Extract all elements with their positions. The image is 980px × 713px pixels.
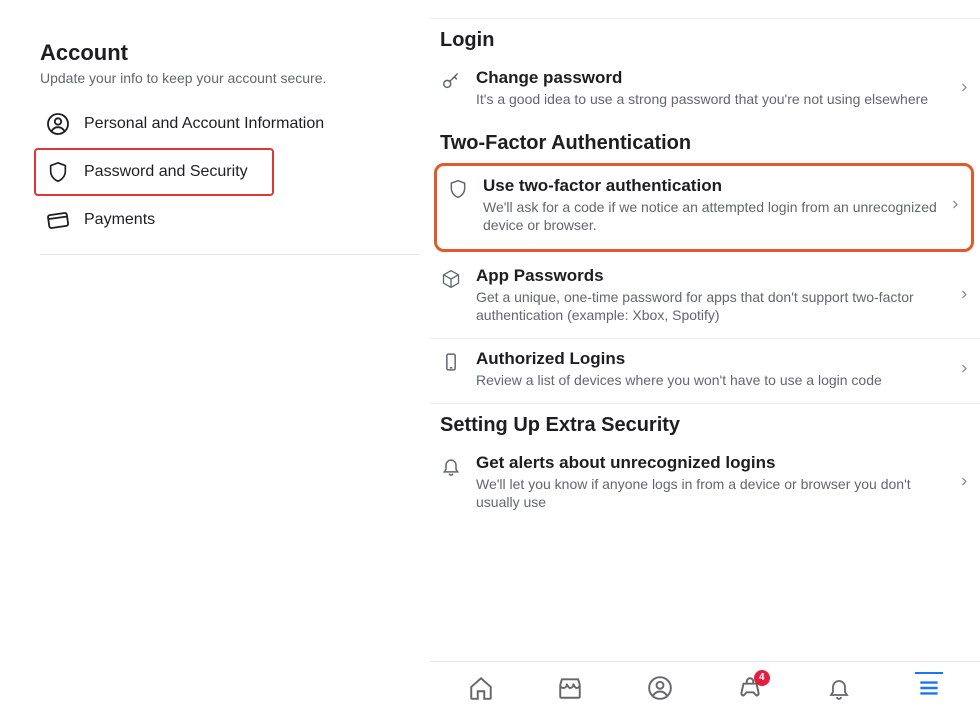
menu-item-label: Payments — [84, 211, 155, 229]
key-icon — [440, 70, 462, 92]
item-text: Authorized Logins Review a list of devic… — [476, 349, 966, 389]
menu-item-personal-info[interactable]: Personal and Account Information — [40, 100, 412, 148]
tab-profile[interactable] — [646, 674, 674, 702]
item-text: Get alerts about unrecognized logins We'… — [476, 453, 966, 511]
chevron-right-icon — [958, 285, 970, 308]
menu-item-label: Personal and Account Information — [84, 115, 324, 133]
section-header-extra-security: Setting Up Extra Security — [430, 404, 980, 443]
tab-menu[interactable] — [915, 672, 943, 700]
item-title: Get alerts about unrecognized logins — [476, 453, 948, 473]
bell-icon — [440, 455, 462, 477]
tab-home[interactable] — [467, 674, 495, 702]
item-login-alerts[interactable]: Get alerts about unrecognized logins We'… — [430, 443, 980, 525]
item-authorized-logins[interactable]: Authorized Logins Review a list of devic… — [430, 339, 980, 403]
chevron-right-icon — [949, 196, 961, 219]
item-title: Use two-factor authentication — [483, 176, 939, 196]
login-list: Change password It's a good idea to use … — [430, 58, 980, 122]
bottom-tabbar: 4 — [430, 661, 980, 713]
shield-icon — [46, 160, 70, 184]
item-use-2fa[interactable]: Use two-factor authentication We'll ask … — [434, 163, 974, 251]
item-desc: Get a unique, one-time password for apps… — [476, 288, 948, 324]
account-subtitle: Update your info to keep your account se… — [40, 70, 412, 86]
shield-icon — [447, 178, 469, 200]
tab-badge: 4 — [754, 670, 770, 686]
item-desc: We'll ask for a code if we notice an att… — [483, 198, 939, 234]
account-title: Account — [40, 40, 412, 66]
twofa-list: Use two-factor authentication We'll ask … — [430, 161, 980, 403]
account-menu: Personal and Account Information Passwor… — [40, 100, 412, 244]
tab-gaming[interactable]: 4 — [736, 674, 764, 702]
item-desc: It's a good idea to use a strong passwor… — [476, 90, 948, 108]
extra-security-list: Get alerts about unrecognized logins We'… — [430, 443, 980, 525]
chevron-right-icon — [958, 473, 970, 496]
item-title: Authorized Logins — [476, 349, 948, 369]
menu-item-password-security[interactable]: Password and Security — [34, 148, 274, 196]
cube-icon — [440, 268, 462, 290]
item-desc: We'll let you know if anyone logs in fro… — [476, 475, 948, 511]
item-text: Use two-factor authentication We'll ask … — [483, 176, 957, 234]
item-desc: Review a list of devices where you won't… — [476, 371, 948, 389]
item-text: App Passwords Get a unique, one-time pas… — [476, 266, 966, 324]
item-text: Change password It's a good idea to use … — [476, 68, 966, 108]
card-icon — [46, 208, 70, 232]
security-scroll-area: Login Change password It's a good idea t… — [430, 18, 980, 661]
person-circle-icon — [46, 112, 70, 136]
menu-item-label: Password and Security — [84, 163, 248, 181]
tab-notifications[interactable] — [825, 674, 853, 702]
chevron-right-icon — [958, 360, 970, 383]
divider — [40, 254, 420, 255]
item-change-password[interactable]: Change password It's a good idea to use … — [430, 58, 980, 122]
item-app-passwords[interactable]: App Passwords Get a unique, one-time pas… — [430, 256, 980, 339]
account-settings-pane: Account Update your info to keep your ac… — [0, 0, 430, 713]
phone-icon — [440, 351, 462, 373]
menu-item-payments[interactable]: Payments — [40, 196, 412, 244]
section-header-2fa: Two-Factor Authentication — [430, 122, 980, 161]
item-title: App Passwords — [476, 266, 948, 286]
section-header-login: Login — [430, 19, 980, 58]
tab-marketplace[interactable] — [556, 674, 584, 702]
chevron-right-icon — [958, 79, 970, 102]
item-title: Change password — [476, 68, 948, 88]
security-settings-pane: Login Change password It's a good idea t… — [430, 0, 980, 713]
